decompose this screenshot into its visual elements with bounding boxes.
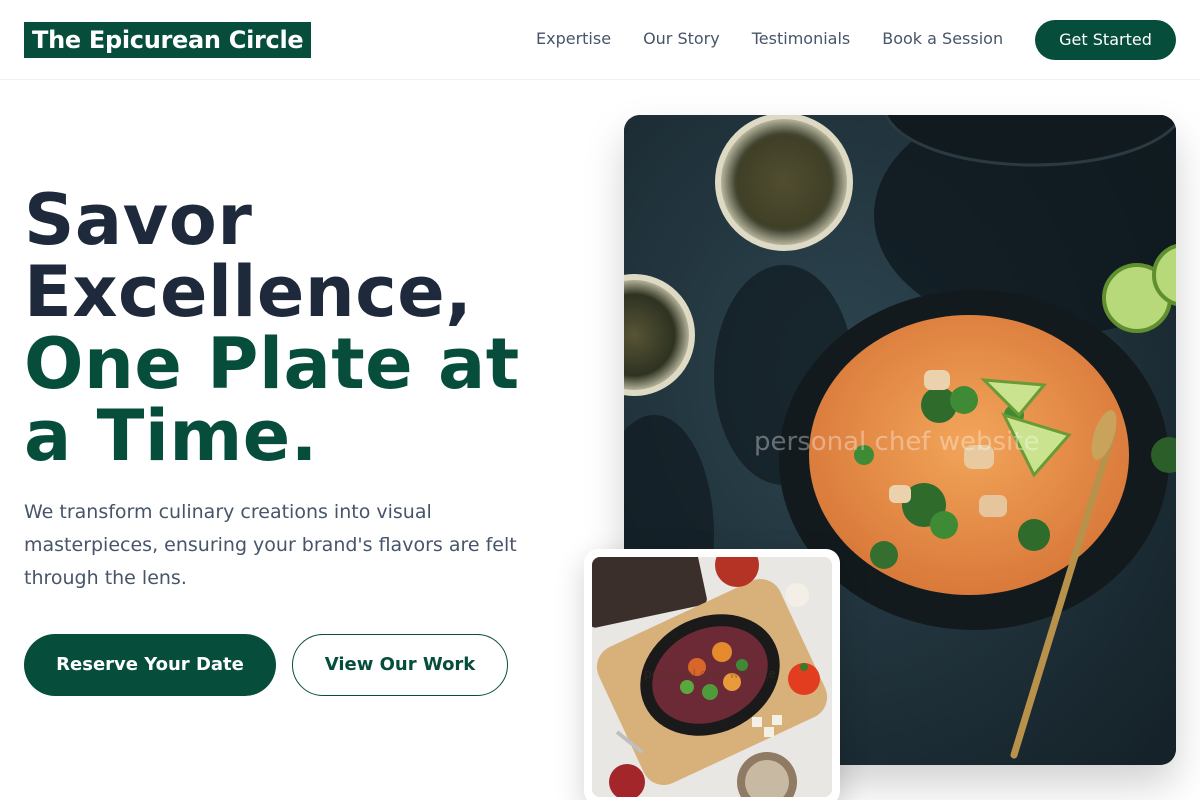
secondary-image-caption: personal chef website xyxy=(644,667,776,681)
site-logo[interactable]: The Epicurean Circle xyxy=(24,22,312,58)
nav-link-testimonials[interactable]: Testimonials xyxy=(752,28,851,50)
headline-line-1: Savor xyxy=(24,179,253,261)
main-image-caption: personal chef website xyxy=(754,427,1040,457)
hero-headline: Savor Excellence, One Plate at a Time. xyxy=(24,184,584,472)
nav-link-expertise[interactable]: Expertise xyxy=(536,28,611,50)
secondary-food-image: personal chef website xyxy=(592,557,832,797)
main-nav: Expertise Our Story Testimonials Book a … xyxy=(536,28,1035,50)
headline-line-4: a Time. xyxy=(24,395,318,477)
hero-subtitle: We transform culinary creations into vis… xyxy=(24,501,517,589)
headline-line-3: One Plate at xyxy=(24,323,520,405)
get-started-button[interactable]: Get Started xyxy=(1035,20,1176,60)
reserve-date-button[interactable]: Reserve Your Date xyxy=(24,634,276,696)
headline-line-2: Excellence, xyxy=(24,251,473,333)
secondary-image-card: personal chef website xyxy=(584,549,840,800)
nav-link-our-story[interactable]: Our Story xyxy=(643,28,720,50)
site-header: The Epicurean Circle Expertise Our Story… xyxy=(0,0,1200,80)
view-work-button[interactable]: View Our Work xyxy=(292,634,508,696)
nav-link-book-session[interactable]: Book a Session xyxy=(882,28,1003,50)
